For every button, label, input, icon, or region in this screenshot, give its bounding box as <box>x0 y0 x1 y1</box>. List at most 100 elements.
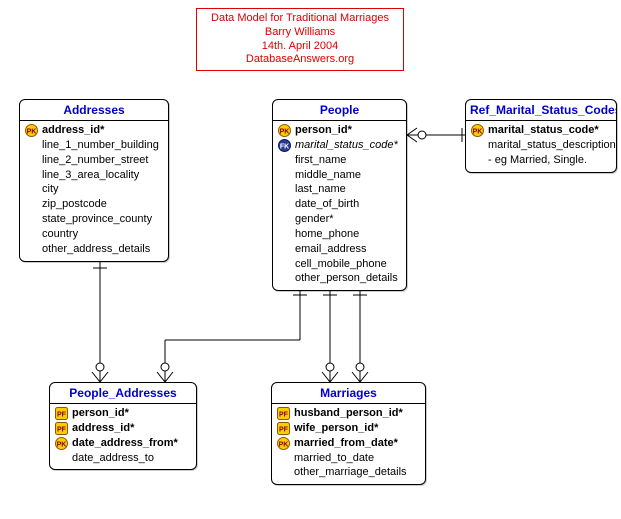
attr-label: home_phone <box>295 227 359 242</box>
no-key-icon <box>25 183 38 196</box>
attr-label: last_name <box>295 182 346 197</box>
entity-people-addresses: People_Addresses PF person_id* PF address_i… <box>49 382 197 470</box>
attr-label: marital_status_code* <box>295 138 398 153</box>
entity-addresses-header: Addresses <box>20 100 168 121</box>
title-line3: 14th. April 2004 <box>207 40 393 54</box>
no-key-icon <box>277 451 290 464</box>
attr-label: other_person_details <box>295 271 398 286</box>
pk-key-icon: PK <box>55 437 68 450</box>
no-key-icon <box>278 154 291 167</box>
no-key-icon <box>278 168 291 181</box>
attr-row: line_3_area_locality <box>20 168 168 183</box>
attr-label: person_id* <box>72 406 129 421</box>
attr-label: zip_postcode <box>42 197 107 212</box>
attr-row: line_2_number_street <box>20 153 168 168</box>
attr-label: married_from_date* <box>294 436 398 451</box>
svg-text:FK: FK <box>280 143 289 150</box>
attr-label: other_marriage_details <box>294 465 407 480</box>
entity-people-addresses-header: People_Addresses <box>50 383 196 404</box>
attr-row: home_phone <box>273 227 406 242</box>
attr-row: PK married_from_date* <box>272 436 425 451</box>
attr-row: PK address_id* <box>20 123 168 138</box>
svg-text:PF: PF <box>57 426 67 433</box>
pf-key-icon: PF <box>55 407 68 420</box>
title-line1: Data Model for Traditional Marriages <box>207 12 393 26</box>
attr-row: PKperson_id* <box>273 123 406 138</box>
entity-marriages-header: Marriages <box>272 383 425 404</box>
no-key-icon <box>278 183 291 196</box>
entity-addresses-body: PKaddress_id*line_1_number_buildingline_… <box>20 121 168 261</box>
svg-text:PK: PK <box>27 128 37 135</box>
attr-label: state_province_county <box>42 212 152 227</box>
attr-row: married_to_date <box>272 451 425 466</box>
no-key-icon <box>25 139 38 152</box>
attr-row: middle_name <box>273 168 406 183</box>
attr-row: state_province_county <box>20 212 168 227</box>
svg-text:PF: PF <box>57 411 67 418</box>
attr-label: email_address <box>295 242 367 257</box>
no-key-icon <box>471 154 484 167</box>
attr-row: city <box>20 182 168 197</box>
attr-label: address_id* <box>72 421 134 436</box>
entity-addresses: Addresses PK address_id*line_1_number_bui… <box>19 99 169 262</box>
attr-label: line_2_number_street <box>42 153 148 168</box>
attr-label: city <box>42 182 59 197</box>
no-key-icon <box>25 228 38 241</box>
attr-label: line_3_area_locality <box>42 168 139 183</box>
pf-key-icon: PF <box>55 422 68 435</box>
no-key-icon <box>25 243 38 256</box>
attr-label: country <box>42 227 78 242</box>
svg-text:PK: PK <box>280 128 290 135</box>
pf-key-icon: PF <box>277 407 290 420</box>
attr-label: wife_person_id* <box>294 421 378 436</box>
attr-row: other_person_details <box>273 271 406 286</box>
attr-row: cell_mobile_phone <box>273 257 406 272</box>
attr-label: marital_status_description <box>488 138 616 153</box>
attr-row: PFwife_person_id* <box>272 421 425 436</box>
attr-row: date_of_birth <box>273 197 406 212</box>
diagram-title: Data Model for Traditional Marriages Bar… <box>196 8 404 71</box>
attr-row: zip_postcode <box>20 197 168 212</box>
attr-label: gender* <box>295 212 334 227</box>
attr-row: date_address_to <box>50 451 196 466</box>
svg-text:PK: PK <box>279 441 289 448</box>
attr-row: line_1_number_building <box>20 138 168 153</box>
attr-row: PF husband_person_id* <box>272 406 425 421</box>
attr-label: date_address_to <box>72 451 154 466</box>
no-key-icon <box>25 198 38 211</box>
attr-label: date_of_birth <box>295 197 359 212</box>
attr-row: other_address_details <box>20 242 168 257</box>
entity-people: People PKperson_id* FK marital_status_code… <box>272 99 407 291</box>
entity-ref-marital-header: Ref_Marital_Status_Codes <box>466 100 616 121</box>
svg-text:PK: PK <box>473 128 483 135</box>
no-key-icon <box>278 228 291 241</box>
attr-label: date_address_from* <box>72 436 178 451</box>
entity-ref-marital-body: PKmarital_status_code*marital_status_des… <box>466 121 616 172</box>
attr-row: PKmarital_status_code* <box>466 123 616 138</box>
entity-people-header: People <box>273 100 406 121</box>
no-key-icon <box>278 243 291 256</box>
no-key-icon <box>278 258 291 271</box>
attr-row: country <box>20 227 168 242</box>
attr-row: first_name <box>273 153 406 168</box>
no-key-icon <box>471 139 484 152</box>
attr-label: address_id* <box>42 123 104 138</box>
svg-text:PF: PF <box>279 411 289 418</box>
attr-row: PK date_address_from* <box>50 436 196 451</box>
no-key-icon <box>278 272 291 285</box>
attr-label: other_address_details <box>42 242 150 257</box>
pk-key-icon: PK <box>277 437 290 450</box>
attr-row: FK marital_status_code* <box>273 138 406 153</box>
no-key-icon <box>25 168 38 181</box>
attr-label: husband_person_id* <box>294 406 403 421</box>
attr-row: other_marriage_details <box>272 465 425 480</box>
no-key-icon <box>278 198 291 211</box>
no-key-icon <box>25 154 38 167</box>
attr-label: line_1_number_building <box>42 138 159 153</box>
attr-label: married_to_date <box>294 451 374 466</box>
attr-label: middle_name <box>295 168 361 183</box>
no-key-icon <box>25 213 38 226</box>
no-key-icon <box>277 466 290 479</box>
svg-text:PK: PK <box>57 441 67 448</box>
pk-key-icon: PK <box>471 124 484 137</box>
